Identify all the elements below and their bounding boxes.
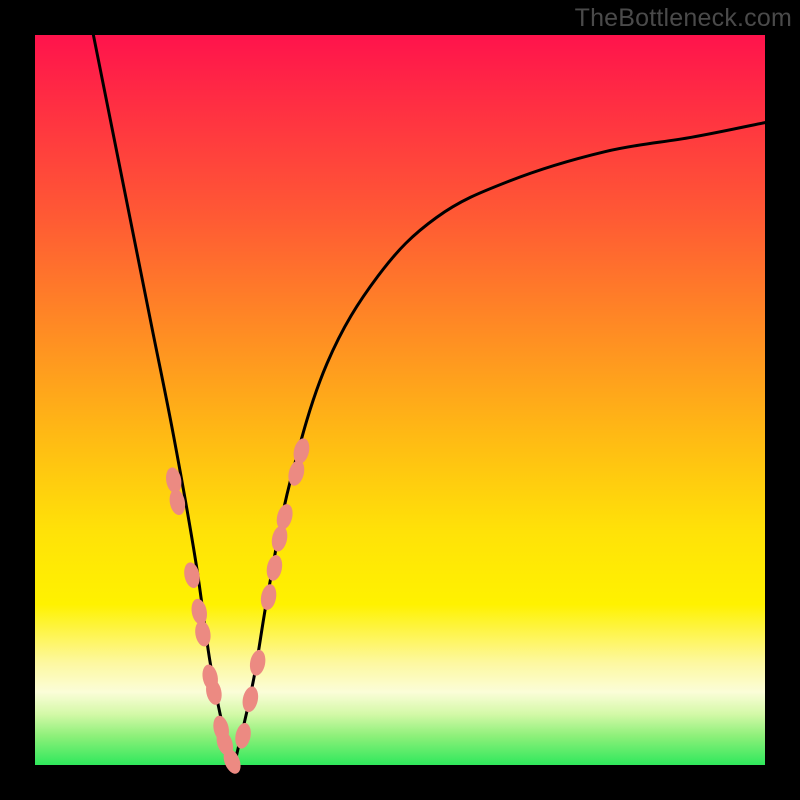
marker bbox=[248, 649, 267, 677]
marker bbox=[265, 554, 285, 582]
plot-area bbox=[35, 35, 765, 765]
marker bbox=[259, 583, 278, 611]
marker bbox=[240, 685, 260, 713]
curve-path bbox=[93, 35, 765, 765]
chart-frame: TheBottleneck.com bbox=[0, 0, 800, 800]
watermark-text: TheBottleneck.com bbox=[575, 4, 792, 33]
marker bbox=[233, 722, 253, 750]
bottleneck-curve bbox=[93, 35, 765, 765]
marker bbox=[193, 620, 212, 648]
chart-svg bbox=[35, 35, 765, 765]
marker bbox=[274, 502, 295, 531]
marker bbox=[270, 524, 290, 552]
